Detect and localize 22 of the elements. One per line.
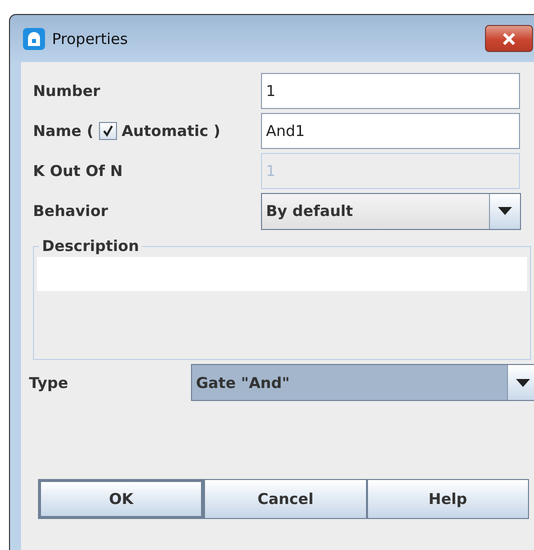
window-title: Properties (52, 30, 128, 48)
field-label: Behavior (33, 202, 110, 220)
dropdown-arrow-icon (498, 207, 512, 215)
input-field[interactable]: 1 (261, 73, 520, 109)
close-icon (502, 32, 516, 44)
field-label: Number (33, 82, 102, 100)
field-label: Name ( (33, 122, 94, 140)
field-label: K Out Of N (33, 162, 124, 180)
dialog-button[interactable]: Cancel (204, 479, 367, 519)
checkmark-icon (102, 125, 114, 137)
input-field[interactable]: And1 (261, 113, 520, 149)
app-icon (22, 26, 46, 50)
checkbox-label: Automatic ) (122, 122, 220, 140)
dropdown-arrow-icon (516, 378, 530, 386)
dialog-button[interactable]: OK (38, 479, 204, 519)
checkbox[interactable] (98, 122, 117, 140)
dialog-button[interactable]: Help (366, 479, 529, 519)
type-dropdown[interactable]: Gate "And" (191, 364, 534, 401)
close-button[interactable] (485, 25, 533, 52)
behavior-dropdown[interactable]: By default (261, 192, 521, 230)
field-label: Description (41, 237, 140, 255)
field-label: Type (29, 374, 70, 392)
